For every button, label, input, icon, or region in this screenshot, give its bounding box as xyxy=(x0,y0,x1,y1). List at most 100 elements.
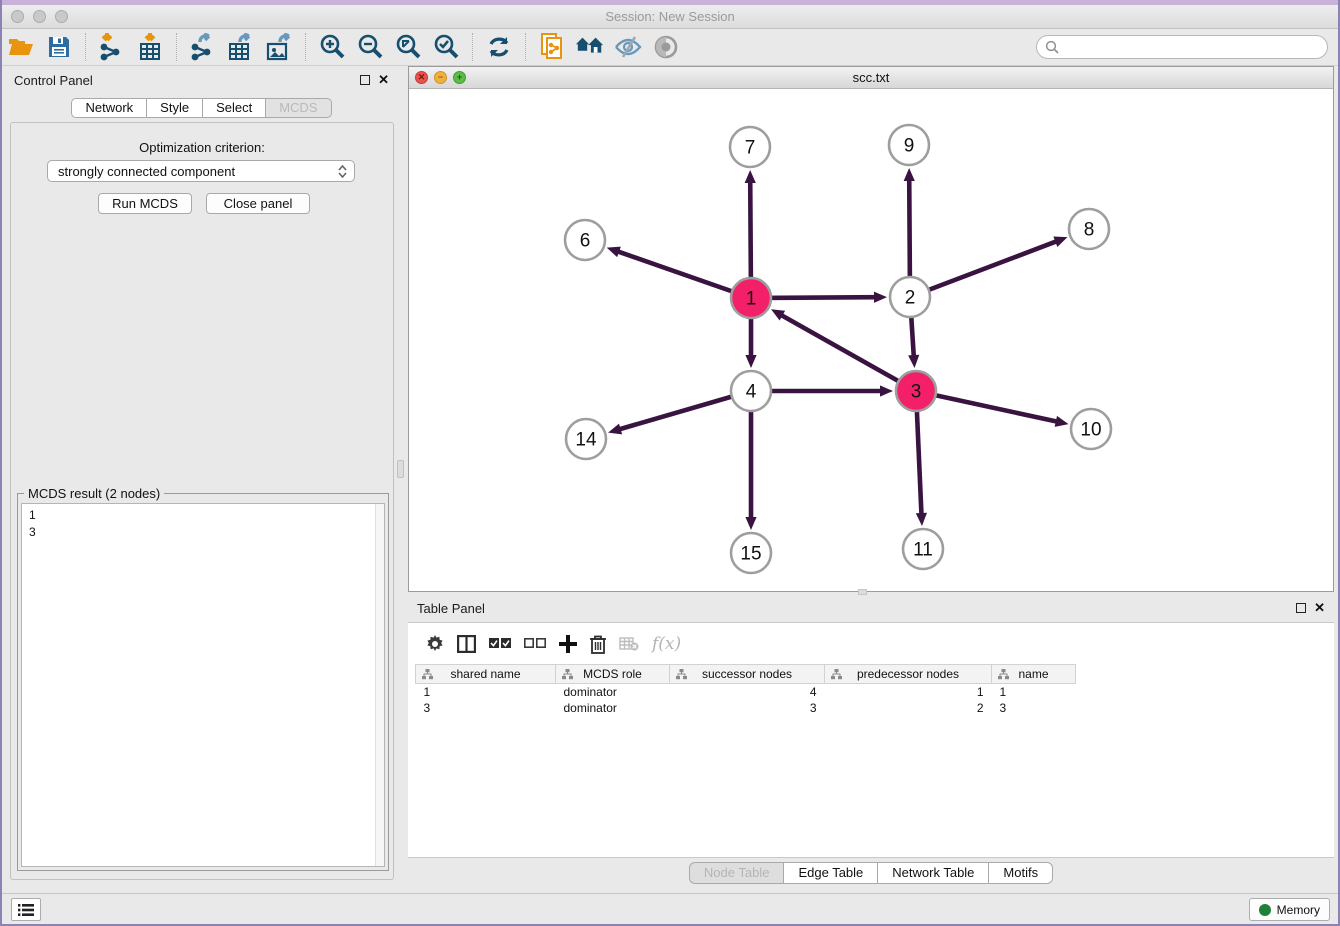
clone-network-icon[interactable] xyxy=(537,32,567,62)
close-panel-icon[interactable]: ✕ xyxy=(378,75,389,85)
memory-label: Memory xyxy=(1277,903,1320,917)
table-row[interactable]: 1dominator411 xyxy=(416,684,1076,700)
export-table-icon[interactable] xyxy=(226,32,256,62)
zoom-selected-icon[interactable] xyxy=(431,32,461,62)
dropdown-stepper-icon xyxy=(338,165,347,178)
export-network-icon[interactable] xyxy=(188,32,218,62)
tab-style[interactable]: Style xyxy=(146,98,202,118)
column-sort-icon xyxy=(998,669,1009,680)
zoom-in-icon[interactable] xyxy=(317,32,347,62)
edge-arrowhead xyxy=(916,513,927,526)
close-table-panel-icon[interactable]: ✕ xyxy=(1314,603,1325,613)
open-file-icon[interactable] xyxy=(6,32,36,62)
optimization-criterion-label: Optimization criterion: xyxy=(11,140,393,155)
mcds-result-group: MCDS result (2 nodes) 1 3 xyxy=(17,493,389,871)
table-row[interactable]: 3dominator323 xyxy=(416,700,1076,716)
table-settings-gear-icon[interactable] xyxy=(426,633,444,655)
vertical-splitter-handle[interactable] xyxy=(397,460,404,478)
tab-motifs[interactable]: Motifs xyxy=(988,862,1053,884)
main-toolbar xyxy=(2,29,1338,66)
search-input[interactable] xyxy=(1059,40,1309,54)
table-cell[interactable]: 1 xyxy=(992,684,1076,700)
edge-arrowhead xyxy=(908,355,919,368)
task-history-button[interactable] xyxy=(11,898,41,921)
graph-node-label: 7 xyxy=(745,138,756,159)
edge-arrowhead xyxy=(745,170,756,183)
table-panel-header: Table Panel ✕ xyxy=(408,596,1334,620)
toolbar-separator xyxy=(525,33,526,61)
tab-select[interactable]: Select xyxy=(202,98,265,118)
horizontal-splitter-handle[interactable] xyxy=(858,589,867,595)
tab-network-table[interactable]: Network Table xyxy=(877,862,988,884)
control-panel-title: Control Panel xyxy=(14,73,93,88)
show-network-icon[interactable] xyxy=(651,32,681,62)
tab-network[interactable]: Network xyxy=(71,98,146,118)
hide-network-icon[interactable] xyxy=(613,32,643,62)
table-cell[interactable]: dominator xyxy=(556,684,670,700)
select-all-icon[interactable] xyxy=(489,633,511,655)
table-cell[interactable]: dominator xyxy=(556,700,670,716)
zoom-fit-icon[interactable] xyxy=(393,32,423,62)
add-row-icon[interactable] xyxy=(559,633,577,655)
graph-node-label: 1 xyxy=(746,289,757,310)
graph-node-label: 4 xyxy=(746,382,757,403)
tab-node-table[interactable]: Node Table xyxy=(689,862,784,884)
edge-3-10[interactable] xyxy=(916,391,1058,422)
table-cell[interactable]: 3 xyxy=(416,700,556,716)
column-header-successor-nodes[interactable]: successor nodes xyxy=(670,665,825,684)
home-icon[interactable] xyxy=(575,32,605,62)
column-header-shared-name[interactable]: shared name xyxy=(416,665,556,684)
network-graph[interactable]: 7968124314101511 xyxy=(409,89,1333,590)
column-header-predecessor-nodes[interactable]: predecessor nodes xyxy=(825,665,992,684)
column-sort-icon xyxy=(831,669,842,680)
edge-arrowhead xyxy=(880,385,893,396)
column-header-name[interactable]: name xyxy=(992,665,1076,684)
float-panel-icon[interactable] xyxy=(360,75,370,85)
function-builder-icon: f(x) xyxy=(652,633,681,655)
table-cell[interactable]: 1 xyxy=(825,684,992,700)
toolbar-separator xyxy=(176,33,177,61)
table-cell[interactable]: 3 xyxy=(670,700,825,716)
node-table-body[interactable]: 1dominator4113dominator323 xyxy=(416,684,1076,716)
export-image-icon[interactable] xyxy=(264,32,294,62)
delete-table-icon xyxy=(619,633,639,655)
table-panel-tabs: Node Table Edge Table Network Table Moti… xyxy=(408,862,1334,884)
network-window-titlebar[interactable]: ✕ − + scc.txt xyxy=(409,67,1333,89)
run-mcds-button[interactable]: Run MCDS xyxy=(98,193,192,214)
tab-edge-table[interactable]: Edge Table xyxy=(783,862,877,884)
graph-node-label: 9 xyxy=(904,136,915,157)
table-panel-content: f(x) shared nameMCDS rolesuccessor nodes… xyxy=(408,622,1334,858)
graph-node-label: 11 xyxy=(913,540,933,561)
table-cell[interactable]: 1 xyxy=(416,684,556,700)
mcds-result-box[interactable]: 1 3 xyxy=(21,503,385,867)
delete-row-icon[interactable] xyxy=(590,633,606,655)
toolbar-separator xyxy=(85,33,86,61)
mcds-panel-body: Optimization criterion: strongly connect… xyxy=(10,122,394,880)
table-cell[interactable]: 3 xyxy=(992,700,1076,716)
save-session-icon[interactable] xyxy=(44,32,74,62)
memory-button[interactable]: Memory xyxy=(1249,898,1330,921)
import-table-icon[interactable] xyxy=(135,32,165,62)
refresh-icon[interactable] xyxy=(484,32,514,62)
node-table-header[interactable]: shared nameMCDS rolesuccessor nodesprede… xyxy=(416,665,1076,684)
edge-arrowhead xyxy=(745,355,756,368)
table-cell[interactable]: 2 xyxy=(825,700,992,716)
column-header-MCDS-role[interactable]: MCDS role xyxy=(556,665,670,684)
criterion-dropdown[interactable]: strongly connected component xyxy=(47,160,355,182)
deselect-all-icon[interactable] xyxy=(524,633,546,655)
import-network-icon[interactable] xyxy=(97,32,127,62)
control-panel-header: Control Panel ✕ xyxy=(2,66,401,94)
node-table: shared nameMCDS rolesuccessor nodesprede… xyxy=(415,664,1076,716)
table-cell[interactable]: 4 xyxy=(670,684,825,700)
table-panel-title: Table Panel xyxy=(417,601,485,616)
column-chooser-icon[interactable] xyxy=(457,633,476,655)
close-panel-button[interactable]: Close panel xyxy=(206,193,310,214)
edge-2-8[interactable] xyxy=(910,241,1057,297)
edge-arrowhead xyxy=(1055,416,1069,427)
zoom-out-icon[interactable] xyxy=(355,32,385,62)
search-box[interactable] xyxy=(1036,35,1328,59)
edge-3-1[interactable] xyxy=(781,315,916,391)
tab-mcds[interactable]: MCDS xyxy=(265,98,331,118)
float-table-panel-icon[interactable] xyxy=(1296,603,1306,613)
result-scrollbar[interactable] xyxy=(375,504,384,866)
